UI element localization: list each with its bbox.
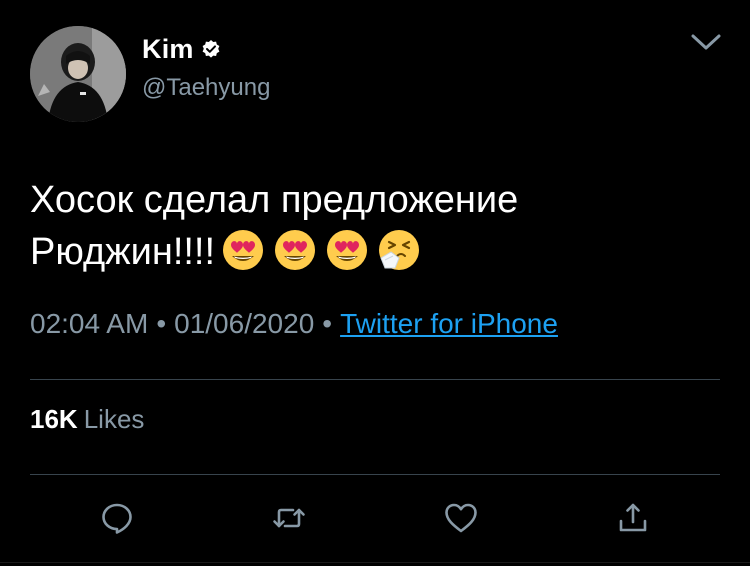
- likes-count: 16K: [30, 404, 78, 434]
- tweet-time: 02:04 AM: [30, 308, 149, 339]
- reply-icon: [102, 503, 132, 534]
- tweet-text-line-2: Рюджин!!!!: [30, 231, 216, 273]
- likes-stat[interactable]: 16K Likes: [30, 404, 144, 435]
- heart-eyes-emoji-icon: [327, 229, 368, 270]
- heart-eyes-emoji-icon: [223, 229, 264, 270]
- tweet-text: Хосок сделал предложение Рюджин!!!!: [30, 174, 720, 278]
- verified-badge-icon: [201, 39, 221, 59]
- bottom-edge: [0, 562, 750, 563]
- tweet-text-line-2-wrapper: Рюджин!!!!: [30, 226, 720, 278]
- like-button[interactable]: [443, 500, 479, 536]
- tweet-detail: Kim @Taehyung Хосок сделал предложение Р…: [0, 0, 750, 566]
- heart-icon: [445, 503, 477, 533]
- emoji-group: [221, 228, 429, 272]
- share-icon: [619, 503, 647, 532]
- avatar[interactable]: [30, 26, 126, 122]
- author-name-row[interactable]: Kim: [142, 32, 221, 66]
- tweet-meta: 02:04 AM • 01/06/2020 • Twitter for iPhone: [30, 308, 558, 340]
- reply-button[interactable]: [99, 500, 135, 536]
- retweet-button[interactable]: [271, 500, 307, 536]
- tweet-date[interactable]: 01/06/2020: [174, 308, 314, 339]
- share-button[interactable]: [615, 500, 651, 536]
- meta-separator: •: [322, 308, 333, 339]
- meta-separator: •: [156, 308, 167, 339]
- likes-label: Likes: [83, 404, 145, 434]
- sneezing-face-emoji-icon: [379, 229, 420, 270]
- heart-eyes-emoji-icon: [275, 229, 316, 270]
- author-handle[interactable]: @Taehyung: [142, 74, 270, 102]
- avatar-image: [30, 26, 126, 122]
- author-display-name[interactable]: Kim: [142, 34, 194, 65]
- chevron-down-icon[interactable]: [690, 30, 722, 54]
- divider: [30, 379, 720, 380]
- tweet-text-line-1: Хосок сделал предложение: [30, 179, 519, 221]
- tweet-source-link[interactable]: Twitter for iPhone: [340, 308, 558, 339]
- retweet-icon: [273, 508, 305, 528]
- divider: [30, 474, 720, 475]
